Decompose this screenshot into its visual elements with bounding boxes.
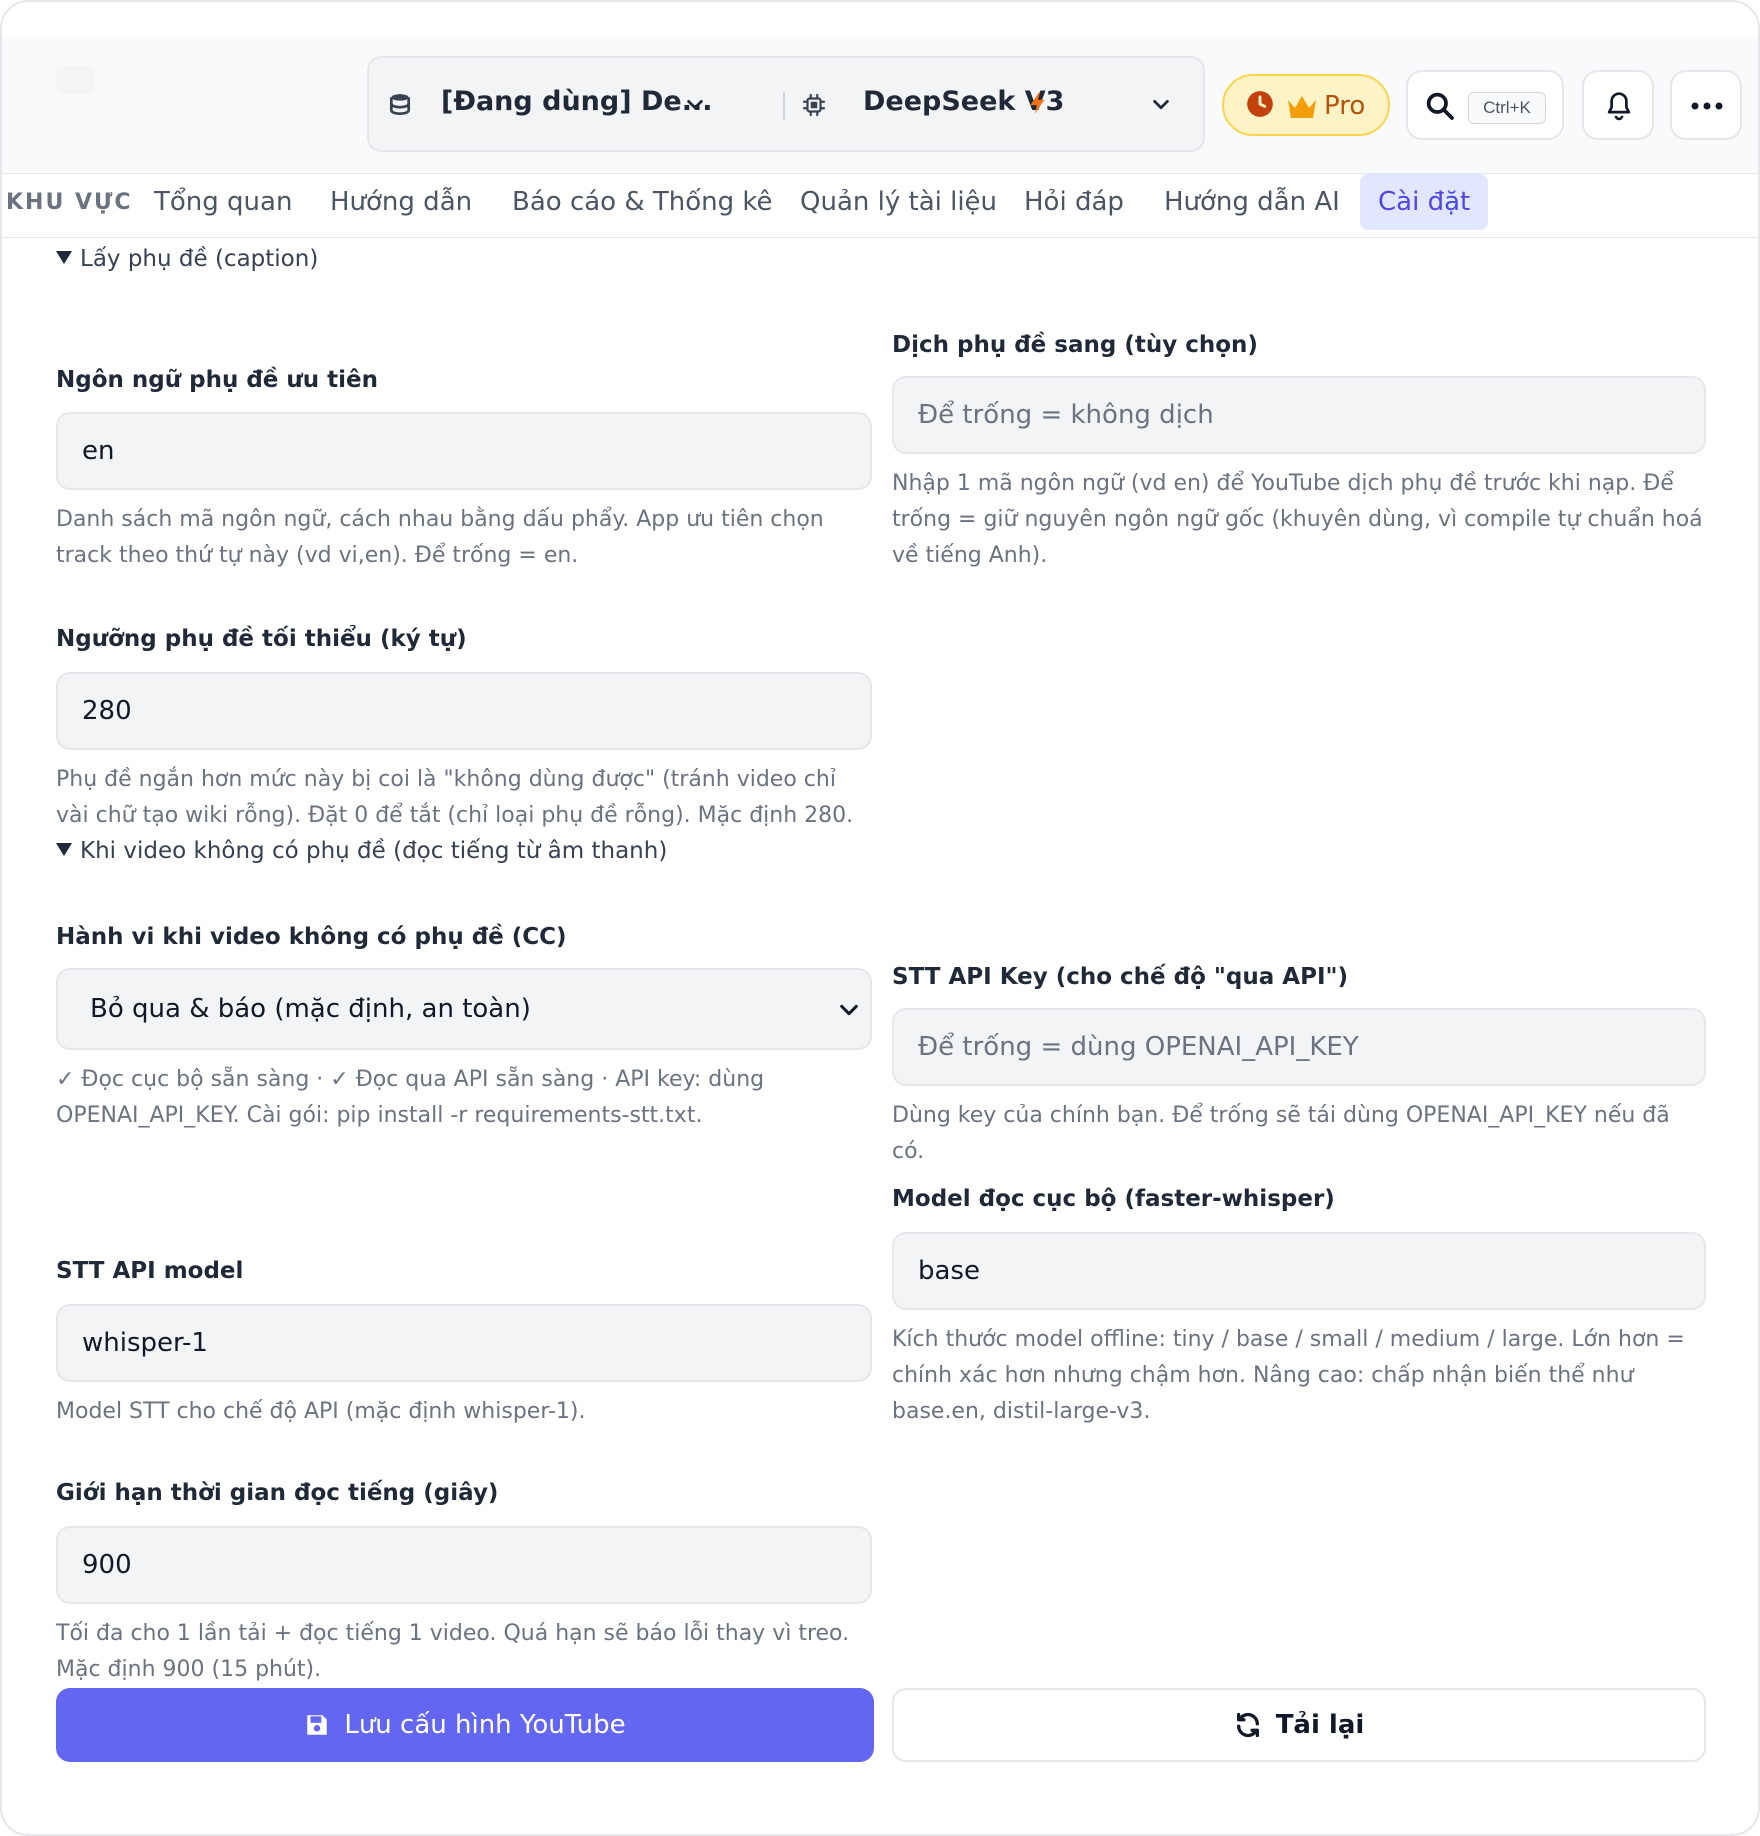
time-limit-label: Giới hạn thời gian đọc tiếng (giây) [56,1480,499,1506]
local-model-help: Kích thước model offline: tiny / base / … [892,1327,1685,1424]
preferred-lang-input[interactable] [56,412,872,490]
reload-button-label: Tải lại [1275,1710,1365,1740]
tab-documents[interactable]: Quản lý tài liệu [782,174,1015,230]
min-length-label: Ngưỡng phụ đề tối thiểu (ký tự) [56,626,467,652]
tab-settings[interactable]: Cài đặt [1360,174,1489,230]
top-header: [Đang dùng] De... DeepSeek V3 Pro Ctrl+K [2,36,1758,174]
preferred-lang-help: Danh sách mã ngôn ngữ, cách nhau bằng dấ… [56,507,824,568]
workspace-model-selector: [Đang dùng] De... DeepSeek V3 [367,56,1205,152]
stt-api-model-input[interactable] [56,1304,872,1382]
more-button[interactable] [1670,70,1742,140]
clock-icon [1247,91,1273,117]
nav-tabs: KHU VỰC Tổng quan Hướng dẫn Báo cáo & Th… [2,174,1758,238]
local-model-label: Model đọc cục bộ (faster-whisper) [892,1186,1335,1212]
stt-api-key-label: STT API Key (cho chế độ "qua API") [892,964,1348,990]
more-icon [1691,102,1723,110]
search-icon [1426,92,1454,120]
lightning-icon [1030,92,1045,114]
stt-api-key-help: Dùng key của chính bạn. Để trống sẽ tái … [892,1103,1670,1164]
database-icon [389,94,411,116]
triangle-down-icon [56,843,72,856]
triangle-down-icon [56,251,72,264]
search-shortcut: Ctrl+K [1468,92,1546,124]
min-length-help: Phụ đề ngắn hơn mức này bị coi là "không… [56,767,854,828]
save-button-label: Lưu cấu hình YouTube [344,1710,626,1740]
crown-icon [1288,96,1316,118]
translate-to-help: Nhập 1 mã ngôn ngữ (vd en) để YouTube dị… [892,471,1703,568]
preferred-lang-label: Ngôn ngữ phụ đề ưu tiên [56,367,379,393]
stt-api-model-help: Model STT cho chế độ API (mặc định whisp… [56,1399,586,1424]
notifications-button[interactable] [1582,70,1654,140]
time-limit-help: Tối đa cho 1 lần tải + đọc tiếng 1 video… [56,1621,850,1682]
bell-icon [1607,92,1631,121]
refresh-icon [1236,1712,1259,1738]
pro-button[interactable]: Pro [1222,74,1390,136]
stt-behavior-select[interactable]: Bỏ qua & báo (mặc định, an toàn) [56,968,872,1050]
tab-qa[interactable]: Hỏi đáp [1006,174,1142,230]
tab-reports[interactable]: Báo cáo & Thống kê [494,174,791,230]
chevron-down-icon[interactable] [683,94,707,116]
floppy-disk-icon [307,1715,328,1735]
selector-divider [783,92,785,120]
captions-section-title: Lấy phụ đề (caption) [80,246,319,272]
stt-behavior-label: Hành vi khi video không có phụ đề (CC) [56,924,567,950]
save-youtube-config-button[interactable]: Lưu cấu hình YouTube [56,1688,874,1762]
tabs-area-label: KHU VỰC [6,190,133,215]
stt-section-title: Khi video không có phụ đề (đọc tiếng từ … [80,838,668,864]
stt-behavior-help: ✓ Đọc cục bộ sẵn sàng · ✓ Đọc qua API sẵ… [56,1067,765,1128]
search-button[interactable]: Ctrl+K [1406,70,1564,140]
reload-button[interactable]: Tải lại [892,1688,1706,1762]
chevron-down-icon[interactable] [1149,94,1173,116]
time-limit-input[interactable] [56,1526,872,1604]
stt-api-key-input[interactable] [892,1008,1706,1086]
tab-ai-guide[interactable]: Hướng dẫn AI [1146,174,1358,230]
pro-label: Pro [1324,91,1366,121]
chip-icon [803,94,825,116]
translate-to-label: Dịch phụ đề sang (tùy chọn) [892,332,1258,358]
stt-behavior-selected: Bỏ qua & báo (mặc định, an toàn) [90,994,531,1024]
stt-section-toggle[interactable]: Khi video không có phụ đề (đọc tiếng từ … [56,838,667,864]
local-model-input[interactable] [892,1232,1706,1310]
min-length-input[interactable] [56,672,872,750]
logo [56,66,94,94]
captions-section-toggle[interactable]: Lấy phụ đề (caption) [56,246,318,272]
chevron-down-icon [840,1004,858,1016]
stt-api-model-label: STT API model [56,1258,244,1284]
tab-overview[interactable]: Tổng quan [136,174,310,230]
tab-guide[interactable]: Hướng dẫn [312,174,490,230]
app-window: [Đang dùng] De... DeepSeek V3 Pro Ctrl+K… [0,0,1760,1836]
translate-to-input[interactable] [892,376,1706,454]
workspace-selector-label[interactable]: [Đang dùng] De... [441,86,712,117]
